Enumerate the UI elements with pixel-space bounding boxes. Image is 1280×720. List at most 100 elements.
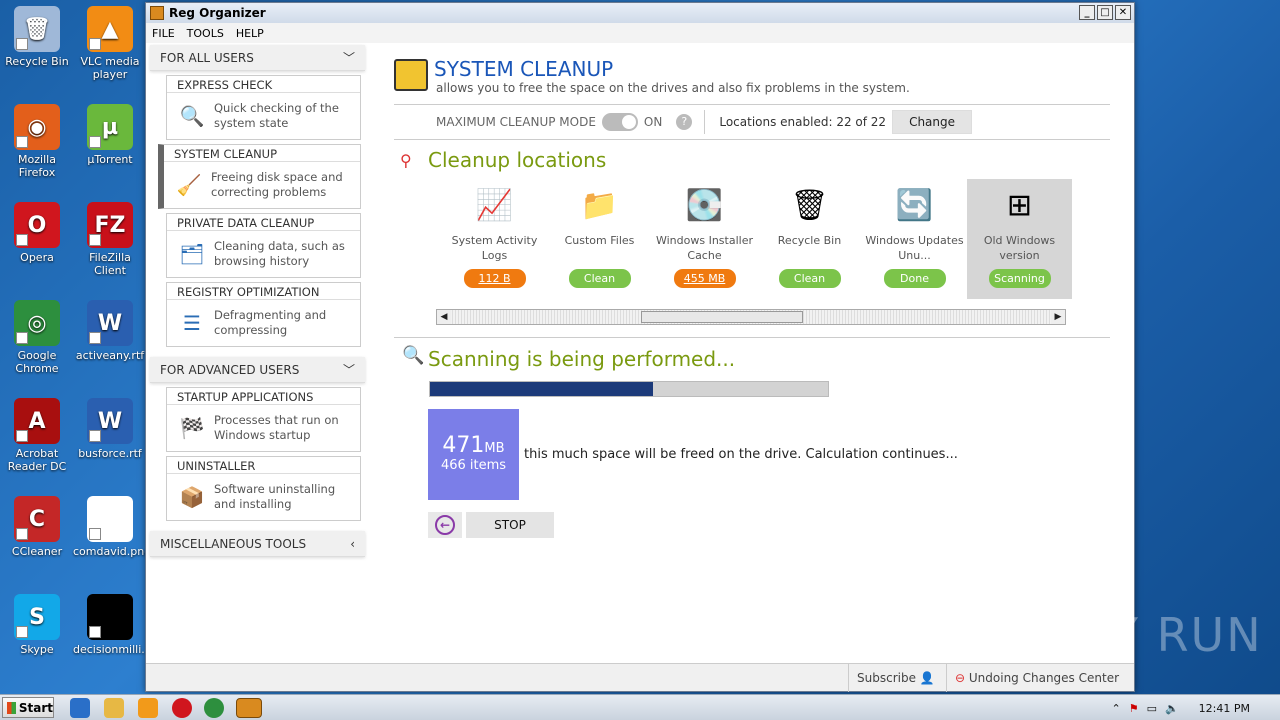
location-icon: 🔄: [895, 187, 934, 223]
clock[interactable]: 12:41 PM: [1199, 702, 1250, 715]
desktop-icon-image: W: [87, 398, 133, 444]
chevron-left-icon: ‹: [350, 536, 355, 551]
card-title: PRIVATE DATA CLEANUP: [167, 214, 360, 231]
media-player-icon[interactable]: [138, 698, 158, 718]
back-button[interactable]: ←: [428, 512, 462, 538]
desktop-icon[interactable]: ◉ Mozilla Firefox: [0, 104, 74, 179]
sidebar-card[interactable]: UNINSTALLER 📦 Software uninstalling and in…: [166, 456, 361, 521]
chevron-down-icon: ﹀: [342, 363, 355, 377]
desktop-icon[interactable]: comdavid.png: [73, 496, 151, 558]
section-misc-tools[interactable]: MISCELLANEOUS TOOLS ‹: [150, 531, 365, 557]
stop-button[interactable]: STOP: [466, 512, 554, 538]
desktop-icon-label: VLC media player: [80, 55, 140, 81]
scan-progress-bar: [429, 381, 829, 397]
section-for-advanced-users[interactable]: FOR ADVANCED USERS ﹀: [150, 357, 365, 383]
cleanup-location[interactable]: 🗑 Recycle Bin Clean: [757, 179, 862, 299]
size-value: 471: [442, 433, 485, 458]
location-status-badge[interactable]: 112 B: [463, 269, 526, 288]
desktop-icon-image: 🗑: [14, 6, 60, 52]
desktop-icon[interactable]: O Opera: [0, 202, 74, 264]
card-description: Processes that run on Windows startup: [214, 413, 339, 442]
window-title: Reg Organizer: [169, 6, 266, 20]
tray-arrow-icon[interactable]: ⌃: [1111, 702, 1120, 715]
desktop-icon[interactable]: decisionmilli...: [73, 594, 152, 656]
reg-organizer-window: Reg Organizer _ □ ✕ FILE TOOLS HELP FOR …: [145, 2, 1135, 692]
location-status-badge[interactable]: Scanning: [988, 269, 1051, 288]
close-button[interactable]: ✕: [1115, 5, 1131, 20]
location-name: Windows Updates Unu...: [865, 234, 964, 262]
menu-tools[interactable]: TOOLS: [187, 27, 224, 40]
location-icon: ⊞: [1006, 187, 1033, 223]
sidebar-card[interactable]: PRIVATE DATA CLEANUP 🗂 Cleaning data, such…: [166, 213, 361, 278]
desktop-icon-label: Opera: [20, 251, 54, 264]
desktop-icon[interactable]: FZ FileZilla Client: [73, 202, 147, 277]
desktop-icon-label: activeany.rtf: [75, 349, 145, 362]
desktop-icon[interactable]: C CCleaner: [0, 496, 74, 558]
location-name: Recycle Bin: [777, 234, 842, 247]
sidebar-card[interactable]: EXPRESS CHECK 🔍 Quick checking of the syst…: [166, 75, 361, 140]
location-status-badge[interactable]: Done: [883, 269, 946, 288]
card-description: Software uninstalling and installing: [214, 482, 336, 511]
watermark: ANY RUN: [1040, 608, 1263, 662]
user-icon: 👤: [919, 671, 935, 685]
locations-scrollbar[interactable]: ◀ ▶: [436, 309, 1066, 325]
minimize-button[interactable]: _: [1079, 5, 1095, 20]
desktop-icon[interactable]: Wactiveany.rtf: [73, 300, 147, 362]
broom-icon: [394, 59, 428, 91]
title-bar: Reg Organizer _ □ ✕: [146, 3, 1134, 23]
page-title: SYSTEM CLEANUP: [434, 57, 614, 81]
chevron-down-icon: ﹀: [342, 51, 355, 65]
scroll-thumb[interactable]: [641, 311, 803, 323]
desktop-icon[interactable]: ◎ Google Chrome: [0, 300, 74, 375]
menu-file[interactable]: FILE: [152, 27, 175, 40]
scroll-left-arrow[interactable]: ◀: [437, 310, 451, 324]
sidebar-card[interactable]: SYSTEM CLEANUP 🧹 Freeing disk space and co…: [158, 144, 361, 209]
reg-organizer-task[interactable]: [236, 698, 262, 718]
ie-icon[interactable]: [70, 698, 90, 718]
sidebar-card[interactable]: STARTUP APPLICATIONS 🏁 Processes that run …: [166, 387, 361, 452]
explorer-icon[interactable]: [104, 698, 124, 718]
desktop-icon-label: CCleaner: [11, 545, 63, 558]
card-title: UNINSTALLER: [167, 457, 360, 474]
undo-center-button[interactable]: ⊖ Undoing Changes Center: [946, 664, 1134, 692]
desktop-icon-image: C: [14, 496, 60, 542]
scroll-right-arrow[interactable]: ▶: [1051, 310, 1065, 324]
tray-flag-icon[interactable]: ⚑: [1129, 702, 1139, 715]
location-status-badge[interactable]: Clean: [778, 269, 841, 288]
opera-icon[interactable]: [172, 698, 192, 718]
location-status-badge[interactable]: 455 MB: [673, 269, 736, 288]
desktop-icon[interactable]: A Acrobat Reader DC: [0, 398, 74, 473]
location-icon: 🗑: [790, 187, 829, 223]
cleanup-location[interactable]: ⊞ Old Windows version Scanning: [967, 179, 1072, 299]
card-description: Defragmenting and compressing: [214, 308, 327, 337]
chrome-icon[interactable]: [204, 698, 224, 718]
tray-volume-icon[interactable]: 🔈: [1165, 702, 1179, 715]
cleanup-mode-toggle[interactable]: [601, 113, 638, 131]
desktop-icon[interactable]: Wbusforce.rtf: [73, 398, 147, 460]
size-unit: MB: [484, 441, 505, 456]
subscribe-button[interactable]: Subscribe 👤: [848, 664, 944, 692]
section-label: MISCELLANEOUS TOOLS: [160, 536, 307, 551]
desktop-icon[interactable]: S Skype: [0, 594, 74, 656]
cleanup-location[interactable]: 🔄 Windows Updates Unu... Done: [862, 179, 967, 299]
desktop-icon[interactable]: 🗑 Recycle Bin: [0, 6, 74, 68]
tray-network-icon[interactable]: ▭: [1147, 702, 1157, 715]
help-icon[interactable]: ?: [676, 114, 693, 130]
cleanup-location[interactable]: 📁 Custom Files Clean: [547, 179, 652, 299]
cleanup-location[interactable]: 📈 System Activity Logs 112 B: [442, 179, 547, 299]
location-name: System Activity Logs: [451, 234, 538, 262]
cleanup-locations-list: 📈 System Activity Logs 112 B 📁 Custom Files C…: [442, 179, 1072, 299]
menu-help[interactable]: HELP: [236, 27, 264, 40]
card-title: EXPRESS CHECK: [167, 76, 360, 93]
location-status-badge[interactable]: Clean: [568, 269, 631, 288]
card-title: SYSTEM CLEANUP: [164, 145, 360, 162]
desktop-icon[interactable]: ▲ VLC media player: [73, 6, 147, 81]
status-bar: Subscribe 👤 ⊖ Undoing Changes Center: [146, 663, 1134, 692]
start-button[interactable]: Start: [2, 697, 54, 718]
cleanup-location[interactable]: 💽 Windows Installer Cache 455 MB: [652, 179, 757, 299]
change-button[interactable]: Change: [892, 110, 973, 134]
sidebar-card[interactable]: REGISTRY OPTIMIZATION ☰ Defragmenting and …: [166, 282, 361, 347]
maximize-button[interactable]: □: [1097, 5, 1113, 20]
section-for-all-users[interactable]: FOR ALL USERS ﹀: [150, 45, 365, 71]
desktop-icon[interactable]: µ µTorrent: [73, 104, 147, 166]
